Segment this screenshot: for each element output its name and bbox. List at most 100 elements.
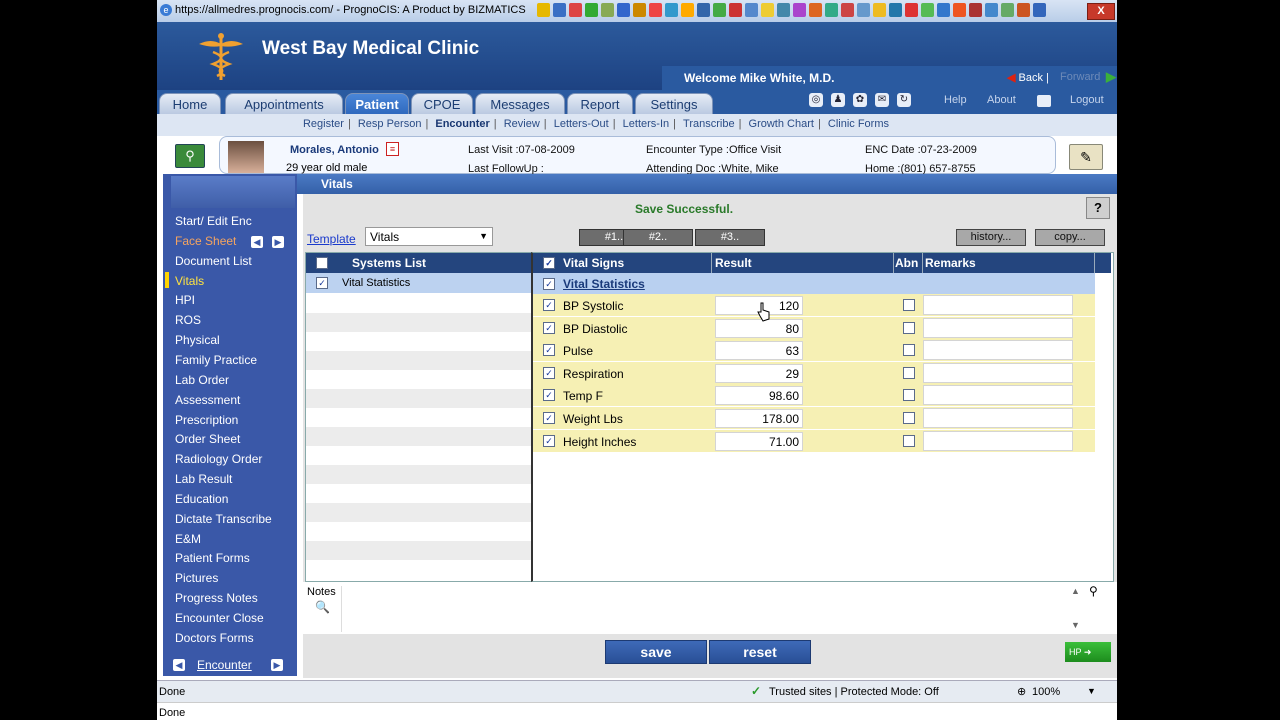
- encounter-link[interactable]: Encounter: [197, 658, 252, 672]
- submenu-encounter[interactable]: Encounter: [433, 118, 491, 130]
- notes-textarea[interactable]: [341, 586, 1070, 632]
- submenu-resp-person[interactable]: Resp Person: [356, 118, 424, 130]
- hp-next-button[interactable]: HP ➜: [1065, 642, 1111, 662]
- app-icon[interactable]: [745, 3, 758, 17]
- submenu-letters-in[interactable]: Letters-In: [621, 118, 671, 130]
- sidebar-item-prescription[interactable]: Prescription: [175, 413, 238, 427]
- app-icon[interactable]: [969, 3, 982, 17]
- scroll-down-icon[interactable]: ▼: [1071, 620, 1080, 630]
- app-icon[interactable]: [985, 3, 998, 17]
- app-icon[interactable]: [697, 3, 710, 17]
- submenu-letters-out[interactable]: Letters-Out: [552, 118, 611, 130]
- tab-patient[interactable]: Patient: [345, 93, 409, 115]
- app-icon[interactable]: [713, 3, 726, 17]
- app-icon[interactable]: [1017, 3, 1030, 17]
- app-icon[interactable]: [809, 3, 822, 17]
- app-icon[interactable]: [889, 3, 902, 17]
- help-button[interactable]: ?: [1086, 197, 1110, 219]
- face-sheet-next-icon[interactable]: ▶: [272, 235, 284, 248]
- app-icon[interactable]: [649, 3, 662, 17]
- sidebar-item-e-m[interactable]: E&M: [175, 532, 201, 546]
- submenu-transcribe[interactable]: Transcribe: [681, 118, 737, 130]
- tab-appointments[interactable]: Appointments: [225, 93, 343, 115]
- about-link[interactable]: About: [987, 94, 1016, 106]
- sidebar-item-lab-order[interactable]: Lab Order: [175, 373, 229, 387]
- app-icon[interactable]: [585, 3, 598, 17]
- remarks-input[interactable]: [923, 408, 1073, 428]
- tab-cpoe[interactable]: CPOE: [411, 93, 473, 115]
- app-icon[interactable]: [953, 3, 966, 17]
- tab-home[interactable]: Home: [159, 93, 221, 115]
- face-sheet-prev-icon[interactable]: ◀: [251, 235, 263, 248]
- select-all-vitals-checkbox[interactable]: ✓: [543, 257, 555, 269]
- abnormal-checkbox[interactable]: [903, 434, 915, 447]
- sidebar-item-encounter-close[interactable]: Encounter Close: [175, 611, 264, 625]
- group-checkbox[interactable]: ✓: [543, 278, 555, 290]
- app-icon[interactable]: [1001, 3, 1014, 17]
- dropdown-arrow-icon[interactable]: ▼: [479, 231, 488, 241]
- patient-name[interactable]: Morales, Antonio: [290, 144, 379, 156]
- copy-button[interactable]: copy...: [1035, 229, 1105, 246]
- abnormal-checkbox[interactable]: [903, 299, 915, 311]
- app-icon[interactable]: [777, 3, 790, 17]
- app-icon[interactable]: [793, 3, 806, 17]
- vital-checkbox[interactable]: ✓: [543, 389, 555, 402]
- tab-messages[interactable]: Messages: [475, 93, 565, 115]
- app-icon[interactable]: [873, 3, 886, 17]
- binoculars-icon[interactable]: ⚲: [1089, 584, 1098, 598]
- remarks-input[interactable]: [923, 295, 1073, 315]
- system-checkbox[interactable]: ✓: [316, 277, 328, 289]
- template-2-button[interactable]: #2..: [623, 229, 693, 246]
- sidebar-item-lab-result[interactable]: Lab Result: [175, 472, 232, 486]
- remarks-input[interactable]: [923, 385, 1073, 406]
- vital-result-input[interactable]: 29: [715, 363, 803, 383]
- vital-result-input[interactable]: 178.00: [715, 409, 803, 428]
- sidebar-item-ros[interactable]: ROS: [175, 313, 201, 327]
- sidebar-item-assessment[interactable]: Assessment: [175, 393, 240, 407]
- app-icon[interactable]: [761, 3, 774, 17]
- app-icon[interactable]: [905, 3, 918, 17]
- sidebar-item-vitals[interactable]: Vitals: [175, 274, 204, 288]
- app-icon[interactable]: [665, 3, 678, 17]
- reset-button[interactable]: reset: [709, 640, 811, 664]
- app-icon[interactable]: [633, 3, 646, 17]
- scroll-up-icon[interactable]: ▲: [1071, 586, 1080, 596]
- remarks-input[interactable]: [923, 340, 1073, 361]
- sidebar-item-family-practice[interactable]: Family Practice: [175, 353, 257, 367]
- magnifier-icon[interactable]: 🔍: [315, 600, 330, 614]
- app-icon[interactable]: [857, 3, 870, 17]
- logout-icon[interactable]: [1037, 95, 1051, 107]
- sidebar-item-doctors-forms[interactable]: Doctors Forms: [175, 631, 254, 645]
- abnormal-checkbox[interactable]: [903, 321, 915, 334]
- patient-record-icon[interactable]: ≡: [386, 142, 399, 156]
- template-3-button[interactable]: #3..: [695, 229, 765, 246]
- app-icon[interactable]: [937, 3, 950, 17]
- vital-checkbox[interactable]: ✓: [543, 434, 555, 447]
- vital-checkbox[interactable]: ✓: [543, 321, 555, 334]
- sidebar-item-document-list[interactable]: Document List: [175, 254, 252, 268]
- vital-result-input[interactable]: 63: [715, 341, 803, 361]
- remarks-input[interactable]: [923, 362, 1073, 383]
- forward-arrow-icon[interactable]: ▶: [1106, 69, 1116, 85]
- abnormal-checkbox[interactable]: [903, 366, 915, 379]
- window-close-button[interactable]: X: [1087, 3, 1115, 20]
- globe-icon[interactable]: ◎: [809, 93, 823, 107]
- next-encounter-icon[interactable]: ▶: [271, 659, 283, 671]
- app-icon[interactable]: [569, 3, 582, 17]
- binoculars-search-icon[interactable]: ⚲: [175, 144, 205, 168]
- abnormal-checkbox[interactable]: [903, 412, 915, 424]
- tab-settings[interactable]: Settings: [635, 93, 713, 115]
- sidebar-item-patient-forms[interactable]: Patient Forms: [175, 551, 250, 565]
- sidebar-item-pictures[interactable]: Pictures: [175, 571, 218, 585]
- zoom-level[interactable]: 100%: [1032, 686, 1060, 698]
- app-icon[interactable]: [601, 3, 614, 17]
- save-button[interactable]: save: [605, 640, 707, 664]
- submenu-clinic-forms[interactable]: Clinic Forms: [826, 118, 891, 130]
- submenu-review[interactable]: Review: [502, 118, 542, 130]
- mail-icon[interactable]: ✉: [875, 93, 889, 107]
- person-icon[interactable]: ♟: [831, 93, 845, 107]
- sidebar-item-radiology-order[interactable]: Radiology Order: [175, 452, 262, 466]
- sidebar-item-dictate-transcribe[interactable]: Dictate Transcribe: [175, 512, 272, 526]
- sidebar-item-order-sheet[interactable]: Order Sheet: [175, 432, 240, 446]
- logout-link[interactable]: Logout: [1070, 94, 1104, 106]
